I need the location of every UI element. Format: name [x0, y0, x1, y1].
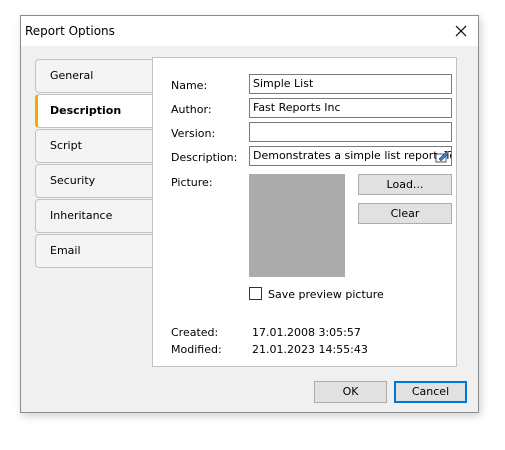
tab-script[interactable]: Script	[35, 129, 153, 163]
tab-label: Security	[50, 174, 96, 187]
picture-label: Picture:	[171, 176, 213, 189]
name-field[interactable]: Simple List	[249, 74, 452, 94]
author-label: Author:	[171, 103, 212, 116]
save-preview-checkbox[interactable]	[249, 287, 262, 300]
load-button[interactable]: Load...	[358, 174, 452, 195]
author-field[interactable]: Fast Reports Inc	[249, 98, 452, 118]
version-label: Version:	[171, 127, 216, 140]
tab-label: Inheritance	[50, 209, 113, 222]
description-value: Demonstrates a simple list report. To c	[253, 149, 452, 162]
ok-button-label: OK	[342, 385, 359, 398]
tab-description[interactable]: Description	[35, 94, 153, 128]
cancel-button-label: Cancel	[411, 385, 450, 398]
modified-label: Modified:	[171, 343, 222, 356]
tab-label: Description	[50, 104, 122, 117]
preview-picture[interactable]	[249, 174, 345, 277]
edit-text-icon[interactable]	[434, 148, 450, 164]
clear-button-label: Clear	[390, 207, 420, 220]
modified-value: 21.01.2023 14:55:43	[252, 343, 368, 356]
tab-email[interactable]: Email	[35, 234, 153, 268]
tab-label: General	[50, 69, 94, 82]
description-field[interactable]: Demonstrates a simple list report. To c	[249, 146, 452, 166]
title-bar: Report Options	[21, 16, 478, 46]
created-value: 17.01.2008 3:05:57	[252, 326, 361, 339]
window-title: Report Options	[25, 24, 115, 38]
created-label: Created:	[171, 326, 219, 339]
save-preview-label[interactable]: Save preview picture	[268, 288, 384, 301]
tab-label: Email	[50, 244, 81, 257]
tab-inheritance[interactable]: Inheritance	[35, 199, 153, 233]
close-button[interactable]	[444, 16, 478, 46]
author-value: Fast Reports Inc	[253, 101, 341, 114]
clear-button[interactable]: Clear	[358, 203, 452, 224]
ok-button[interactable]: OK	[314, 381, 387, 403]
version-field[interactable]	[249, 122, 452, 142]
tab-general[interactable]: General	[35, 59, 153, 93]
tab-label: Script	[50, 139, 82, 152]
description-label: Description:	[171, 151, 238, 164]
tab-security[interactable]: Security	[35, 164, 153, 198]
report-options-dialog: Report Options General Description Scrip…	[20, 15, 479, 413]
cancel-button[interactable]: Cancel	[394, 381, 467, 403]
description-panel: Name: Simple List Author: Fast Reports I…	[152, 57, 457, 367]
name-value: Simple List	[253, 77, 314, 90]
load-button-label: Load...	[386, 178, 424, 191]
name-label: Name:	[171, 79, 208, 92]
close-icon	[455, 25, 467, 37]
